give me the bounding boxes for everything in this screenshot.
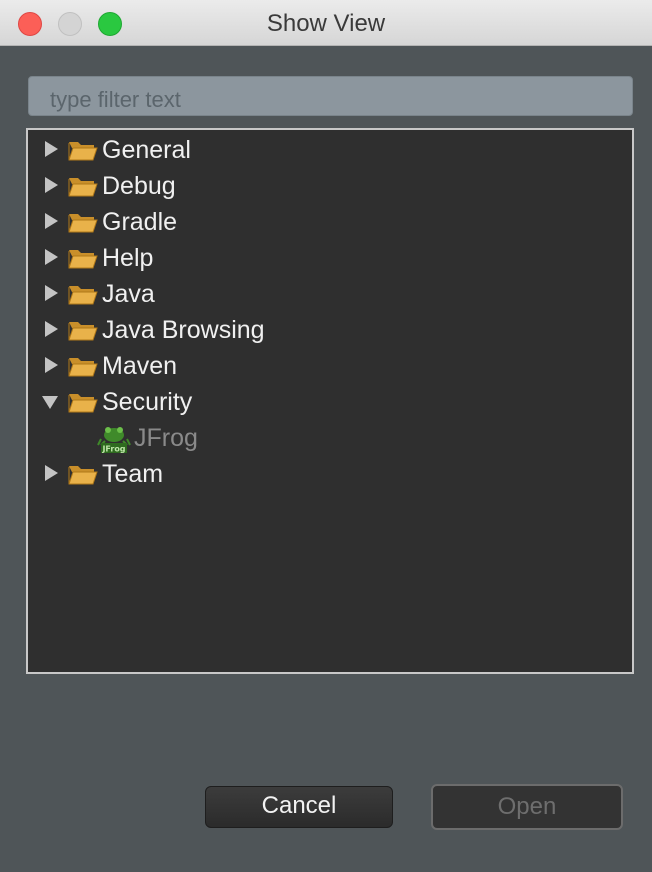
tree-item-label: Debug [102, 172, 176, 200]
tree-item-label: Team [102, 460, 164, 488]
folder-icon [68, 142, 98, 161]
expand-arrow-icon[interactable] [45, 177, 58, 193]
cancel-button[interactable]: Cancel [205, 786, 393, 828]
tree-item-help[interactable]: Help [28, 240, 632, 276]
expand-arrow-icon[interactable] [45, 321, 58, 337]
folder-icon [68, 358, 98, 377]
folder-icon [68, 214, 98, 233]
tree-item-label: Java Browsing [102, 316, 265, 344]
svg-text:JFrog: JFrog [101, 445, 125, 454]
expand-arrow-icon[interactable] [45, 285, 58, 301]
tree-item-jfrog[interactable]: JFrog JFrog [28, 420, 632, 456]
tree-item-label: Help [102, 244, 154, 272]
filter-input[interactable] [28, 76, 633, 116]
expand-arrow-icon[interactable] [45, 357, 58, 373]
tree-item-debug[interactable]: Debug [28, 168, 632, 204]
tree-item-label: Security [102, 388, 193, 416]
folder-icon [68, 178, 98, 197]
tree-item-java[interactable]: Java [28, 276, 632, 312]
view-tree[interactable]: General Debug Gradle Help Java Java Brow… [26, 128, 634, 674]
jfrog-icon: JFrog [97, 427, 131, 454]
expand-arrow-icon[interactable] [45, 249, 58, 265]
tree-item-team[interactable]: Team [28, 456, 632, 492]
folder-icon [68, 466, 98, 485]
collapse-arrow-icon[interactable] [42, 396, 58, 409]
folder-icon [68, 286, 98, 305]
window-title: Show View [266, 10, 386, 37]
tree-item-security[interactable]: Security [28, 384, 632, 420]
tree-item-label: JFrog [134, 424, 198, 452]
tree-item-label: Gradle [102, 208, 178, 236]
expand-arrow-icon[interactable] [45, 141, 58, 157]
folder-icon [68, 250, 98, 269]
tree-item-label: General [102, 136, 191, 164]
open-button: Open [431, 784, 623, 830]
show-view-dialog: Show View General Debug Gr [0, 0, 652, 872]
tree-item-gradle[interactable]: Gradle [28, 204, 632, 240]
tree-item-label: Maven [102, 352, 178, 380]
expand-arrow-icon[interactable] [45, 465, 58, 481]
title-bar[interactable]: Show View [0, 0, 652, 46]
tree-item-general[interactable]: General [28, 132, 632, 168]
tree-item-label: Java [102, 280, 155, 308]
tree-item-maven[interactable]: Maven [28, 348, 632, 384]
expand-arrow-icon[interactable] [45, 213, 58, 229]
folder-icon [68, 322, 98, 341]
folder-open-icon [68, 394, 98, 413]
tree-item-java-browsing[interactable]: Java Browsing [28, 312, 632, 348]
